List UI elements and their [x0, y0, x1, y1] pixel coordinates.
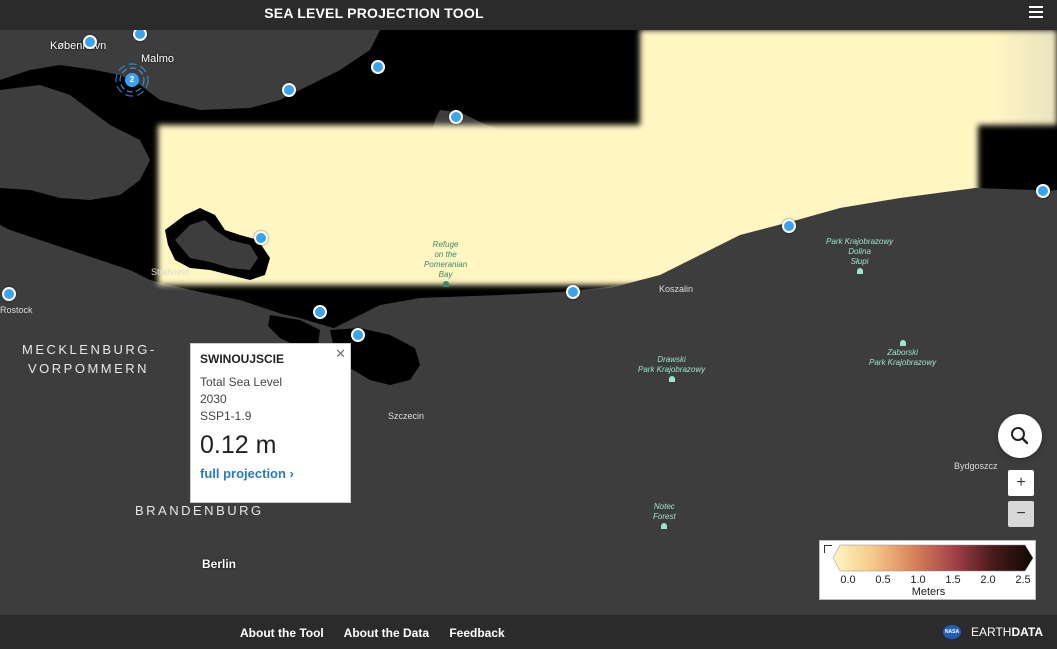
label-bydgoszcz: Bydgoszcz: [954, 461, 998, 471]
station-marker[interactable]: [282, 83, 296, 97]
park-line: Park Krajobrazowy: [869, 358, 937, 367]
label-stralsund: Stralsund: [151, 267, 190, 277]
search-icon: [1011, 427, 1029, 445]
popup-year: 2030: [200, 392, 227, 406]
label-brandenburg: BRANDENBURG: [135, 503, 264, 518]
label-mecklenburg-line1: MECKLENBURG-: [22, 342, 157, 357]
earthdata-brand[interactable]: NASA EARTH DATA: [943, 625, 1043, 639]
park-line: Zaborski: [887, 348, 918, 357]
about-tool-link[interactable]: About the Tool: [240, 626, 324, 640]
label-mecklenburg-line2: VORPOMMERN: [28, 361, 150, 376]
station-marker[interactable]: [371, 60, 385, 74]
label-szczecin: Szczecin: [388, 411, 425, 421]
station-marker[interactable]: [449, 110, 463, 124]
park-line: Bay: [438, 270, 453, 279]
footer-bar: About the Tool About the Data Feedback N…: [0, 615, 1057, 649]
park-line: on the: [434, 250, 457, 259]
about-data-link[interactable]: About the Data: [344, 626, 429, 640]
park-line: Forest: [653, 512, 676, 521]
park-line: Refuge: [432, 240, 459, 249]
park-icon: [668, 376, 675, 382]
park-line: Dolina: [848, 247, 871, 256]
station-marker[interactable]: [254, 231, 268, 245]
station-marker[interactable]: [782, 219, 796, 233]
park-line: Słupi: [850, 257, 869, 266]
label-koszalin: Koszalin: [659, 284, 694, 294]
station-cluster[interactable]: 2: [114, 62, 150, 98]
color-legend: 0.0 0.5 1.0 1.5 2.0 2.5 Meters: [819, 540, 1036, 600]
search-button[interactable]: [998, 414, 1042, 458]
station-marker[interactable]: [566, 285, 580, 299]
close-icon[interactable]: ✕: [335, 346, 346, 362]
station-popup: ✕ SWINOUJSCIE Total Sea Level 2030 SSP1-…: [190, 343, 351, 503]
park-line: Notec: [653, 502, 675, 511]
hamburger-menu-icon[interactable]: [1029, 6, 1043, 18]
station-marker-selected[interactable]: [351, 328, 365, 342]
station-marker[interactable]: [83, 35, 97, 49]
park-line: Drawski: [657, 355, 686, 364]
label-rostock: Rostock: [0, 305, 33, 315]
park-icon: [661, 523, 668, 529]
park-icon: [442, 281, 449, 287]
legend-tick: 2.5: [1015, 574, 1031, 586]
park-line: Park Krajobrazowy: [826, 237, 894, 246]
nasa-logo-icon: NASA: [943, 625, 961, 639]
brand-earth: EARTH: [971, 625, 1012, 639]
label-park-drawski: Drawski Park Krajobrazowy: [638, 355, 705, 382]
map-view[interactable]: København Malmo Stralsund Rostock MECKLE…: [0, 30, 1057, 615]
label-park-zaborski: Zaborski Park Krajobrazowy: [869, 339, 936, 368]
label-kobenhavn: København: [50, 40, 107, 52]
park-icon: [856, 268, 863, 274]
top-bar: SEA LEVEL PROJECTION TOOL: [0, 0, 1057, 30]
cluster-count: 2: [125, 73, 139, 87]
app-title: SEA LEVEL PROJECTION TOOL: [264, 5, 484, 21]
popup-metric: Total Sea Level: [200, 375, 283, 389]
zoom-in-button[interactable]: +: [1008, 470, 1034, 496]
brand-data: DATA: [1011, 625, 1043, 639]
sea-level-tool-app: SEA LEVEL PROJECTION TOOL København Malm…: [0, 0, 1057, 649]
feedback-link[interactable]: Feedback: [449, 626, 504, 640]
legend-tick: 1.5: [945, 574, 961, 586]
map-basemap: [0, 30, 1057, 615]
park-icon: [899, 340, 906, 346]
zoom-out-button[interactable]: −: [1008, 501, 1034, 527]
park-line: Pomeranian: [424, 260, 468, 269]
label-park-dolina-slupi: Park Krajobrazowy Dolina Słupi: [826, 237, 893, 274]
footer-links: About the Tool About the Data Feedback: [240, 626, 522, 640]
full-projection-link[interactable]: full projection ›: [200, 466, 341, 481]
legend-tick: 1.0: [910, 574, 926, 586]
legend-tick: 0.5: [875, 574, 891, 586]
station-marker[interactable]: [313, 305, 327, 319]
label-park-pomeranian-bay: Refuge on the Pomeranian Bay: [424, 240, 467, 287]
label-berlin: Berlin: [202, 557, 237, 571]
label-park-notec-forest: Notec Forest: [653, 502, 676, 529]
legend-tick: 0.0: [840, 574, 856, 586]
popup-value: 0.12 m: [200, 431, 277, 459]
popup-scenario: SSP1-1.9: [200, 409, 252, 423]
popup-station-name: SWINOUJSCIE: [200, 352, 285, 366]
park-line: Park Krajobrazowy: [638, 365, 706, 374]
legend-colorbar: [832, 544, 1034, 572]
legend-unit: Meters: [911, 586, 946, 598]
station-marker[interactable]: [1036, 184, 1050, 198]
station-marker[interactable]: [2, 287, 16, 301]
legend-tick: 2.0: [980, 574, 996, 586]
